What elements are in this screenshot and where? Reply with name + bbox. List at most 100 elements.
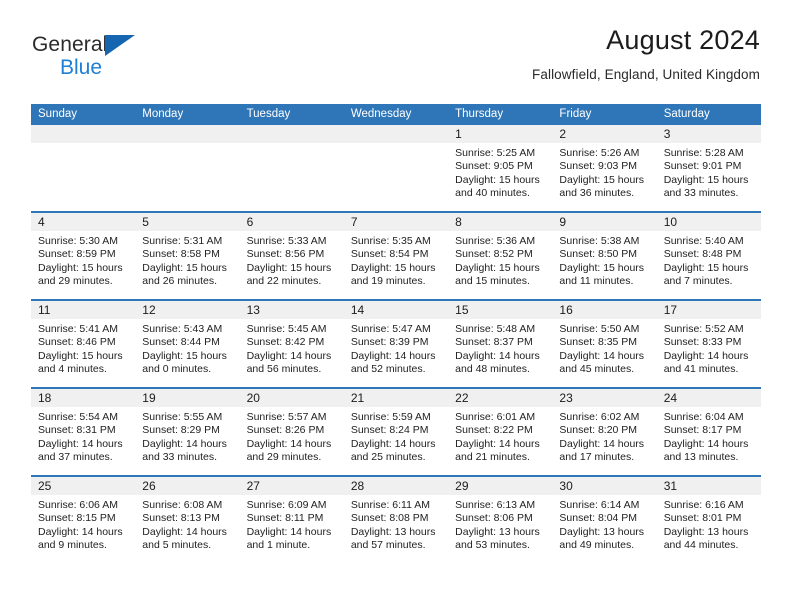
calendar-day-cell[interactable]: 8 Sunrise: 5:36 AM Sunset: 8:52 PM Daylight…: [448, 213, 553, 299]
calendar-day-cell[interactable]: 9 Sunrise: 5:38 AM Sunset: 8:50 PM Daylight…: [552, 213, 657, 299]
calendar-day-cell[interactable]: 3 Sunrise: 5:28 AM Sunset: 9:01 PM Daylight…: [656, 125, 761, 211]
page-header: General Blue August 2024 Fallowfield, En…: [0, 25, 792, 100]
daylight-text: Daylight: 14 hours and 25 minutes.: [350, 437, 436, 463]
day-number: 28: [343, 477, 449, 495]
calendar-day-cell[interactable]: 1 Sunrise: 5:25 AM Sunset: 9:05 PM Daylight…: [448, 125, 553, 211]
sunset-text: Sunset: 8:13 PM: [142, 512, 220, 525]
calendar-day-cell[interactable]: 23 Sunrise: 6:02 AM Sunset: 8:20 PM Dayligh…: [552, 389, 657, 475]
day-number: 17: [656, 301, 761, 319]
day-details: Sunrise: 5:35 AM Sunset: 8:54 PM Daylight:…: [344, 231, 448, 288]
sunset-text: Sunset: 8:29 PM: [142, 424, 220, 437]
sunrise-text: Sunrise: 6:09 AM: [246, 499, 327, 511]
calendar-day-cell[interactable]: 24 Sunrise: 6:04 AM Sunset: 8:17 PM Dayligh…: [656, 389, 761, 475]
sunset-text: Sunset: 8:44 PM: [142, 336, 220, 349]
sunset-text: Sunset: 8:59 PM: [38, 248, 116, 261]
sunrise-text: Sunrise: 6:04 AM: [663, 411, 744, 423]
calendar-day-cell[interactable]: 29 Sunrise: 6:13 AM Sunset: 8:06 PM Dayligh…: [448, 477, 553, 565]
sunset-text: Sunset: 8:08 PM: [350, 512, 429, 525]
general-blue-logo[interactable]: General Blue: [32, 26, 182, 78]
daylight-text: Daylight: 15 hours and 36 minutes.: [559, 173, 645, 199]
day-number: 27: [239, 477, 344, 495]
calendar-day-cell[interactable]: 2 Sunrise: 5:26 AM Sunset: 9:03 PM Daylight…: [552, 125, 657, 211]
day-number: 20: [239, 389, 344, 407]
day-number: 2: [552, 125, 657, 143]
sunrise-text: Sunrise: 5:35 AM: [350, 235, 431, 247]
calendar-day-cell[interactable]: 17 Sunrise: 5:52 AM Sunset: 8:33 PM Dayligh…: [656, 301, 761, 387]
sunset-text: Sunset: 8:22 PM: [455, 424, 533, 437]
day-number: 12: [135, 301, 240, 319]
logo-triangle-icon: [105, 35, 136, 56]
calendar-day-cell[interactable]: 6 Sunrise: 5:33 AM Sunset: 8:56 PM Daylight…: [239, 213, 344, 299]
calendar-day-cell[interactable]: 31 Sunrise: 6:16 AM Sunset: 8:01 PM Dayligh…: [656, 477, 761, 565]
calendar-day-cell[interactable]: 25 Sunrise: 6:06 AM Sunset: 8:15 PM Dayligh…: [31, 477, 136, 565]
calendar-day-cell[interactable]: 14 Sunrise: 5:47 AM Sunset: 8:39 PM Dayligh…: [343, 301, 449, 387]
day-number: 4: [31, 213, 136, 231]
day-details: Sunrise: 6:02 AM Sunset: 8:20 PM Daylight:…: [552, 407, 656, 464]
daylight-text: Daylight: 13 hours and 53 minutes.: [455, 525, 540, 551]
calendar-day-cell[interactable]: 15 Sunrise: 5:48 AM Sunset: 8:37 PM Dayligh…: [448, 301, 553, 387]
calendar-day-cell[interactable]: 22 Sunrise: 6:01 AM Sunset: 8:22 PM Dayligh…: [448, 389, 553, 475]
day-details: Sunrise: 5:33 AM Sunset: 8:56 PM Daylight:…: [240, 231, 344, 288]
day-number: 3: [656, 125, 761, 143]
day-details: Sunrise: 6:11 AM Sunset: 8:08 PM Daylight:…: [344, 495, 448, 552]
calendar-day-cell[interactable]: 11 Sunrise: 5:41 AM Sunset: 8:46 PM Dayligh…: [31, 301, 136, 387]
day-details: Sunrise: 6:08 AM Sunset: 8:13 PM Daylight:…: [135, 495, 239, 552]
sunset-text: Sunset: 8:31 PM: [38, 424, 116, 437]
calendar-day-cell-empty: [343, 125, 449, 211]
sunrise-text: Sunrise: 6:16 AM: [663, 499, 744, 511]
calendar-day-cell[interactable]: 27 Sunrise: 6:09 AM Sunset: 8:11 PM Dayligh…: [239, 477, 344, 565]
sunrise-text: Sunrise: 5:41 AM: [38, 323, 118, 335]
calendar-day-cell[interactable]: 20 Sunrise: 5:57 AM Sunset: 8:26 PM Dayligh…: [239, 389, 344, 475]
sunset-text: Sunset: 8:06 PM: [455, 512, 533, 525]
daylight-text: Daylight: 14 hours and 21 minutes.: [455, 437, 540, 463]
calendar-day-cell[interactable]: 5 Sunrise: 5:31 AM Sunset: 8:58 PM Daylight…: [135, 213, 240, 299]
sunset-text: Sunset: 8:24 PM: [350, 424, 429, 437]
day-details: Sunrise: 6:14 AM Sunset: 8:04 PM Daylight:…: [552, 495, 656, 552]
sunset-text: Sunset: 8:20 PM: [559, 424, 638, 437]
daylight-text: Daylight: 14 hours and 5 minutes.: [142, 525, 227, 551]
weekday-header-thursday: Thursday: [455, 108, 504, 120]
sunrise-text: Sunrise: 5:55 AM: [142, 411, 223, 423]
sunrise-text: Sunrise: 6:11 AM: [350, 499, 431, 511]
day-details: Sunrise: 5:41 AM Sunset: 8:46 PM Daylight:…: [31, 319, 135, 376]
sunrise-text: Sunrise: 5:48 AM: [455, 323, 536, 335]
daylight-text: Daylight: 14 hours and 33 minutes.: [142, 437, 227, 463]
sunset-text: Sunset: 8:04 PM: [559, 512, 638, 525]
calendar-day-cell[interactable]: 21 Sunrise: 5:59 AM Sunset: 8:24 PM Dayligh…: [343, 389, 449, 475]
day-number: 13: [239, 301, 344, 319]
calendar-week-row: 25 Sunrise: 6:06 AM Sunset: 8:15 PM Dayligh…: [31, 477, 761, 565]
day-details: Sunrise: 5:50 AM Sunset: 8:35 PM Daylight:…: [552, 319, 656, 376]
calendar-day-cell[interactable]: 16 Sunrise: 5:50 AM Sunset: 8:35 PM Dayligh…: [552, 301, 657, 387]
day-number: 6: [239, 213, 344, 231]
sunset-text: Sunset: 8:39 PM: [350, 336, 429, 349]
calendar-day-cell[interactable]: 28 Sunrise: 6:11 AM Sunset: 8:08 PM Dayligh…: [343, 477, 449, 565]
sunrise-text: Sunrise: 5:28 AM: [663, 147, 744, 159]
calendar-week-row: 1 Sunrise: 5:25 AM Sunset: 9:05 PM Daylight…: [31, 125, 761, 213]
weekday-header-wednesday: Wednesday: [350, 108, 412, 120]
sunrise-text: Sunrise: 5:25 AM: [455, 147, 536, 159]
sunset-text: Sunset: 8:56 PM: [246, 248, 325, 261]
calendar-day-cell[interactable]: 19 Sunrise: 5:55 AM Sunset: 8:29 PM Dayligh…: [135, 389, 240, 475]
sunrise-text: Sunrise: 5:26 AM: [559, 147, 640, 159]
sunrise-text: Sunrise: 5:40 AM: [663, 235, 744, 247]
sunrise-text: Sunrise: 5:30 AM: [38, 235, 118, 247]
day-number: 19: [135, 389, 240, 407]
calendar-day-cell[interactable]: 10 Sunrise: 5:40 AM Sunset: 8:48 PM Dayligh…: [656, 213, 761, 299]
daylight-text: Daylight: 15 hours and 19 minutes.: [350, 261, 436, 287]
calendar-day-cell[interactable]: 4 Sunrise: 5:30 AM Sunset: 8:59 PM Daylight…: [31, 213, 136, 299]
day-details: Sunrise: 5:54 AM Sunset: 8:31 PM Daylight:…: [31, 407, 135, 464]
daylight-text: Daylight: 14 hours and 17 minutes.: [559, 437, 645, 463]
calendar-day-cell[interactable]: 18 Sunrise: 5:54 AM Sunset: 8:31 PM Dayligh…: [31, 389, 136, 475]
calendar-day-cell[interactable]: 26 Sunrise: 6:08 AM Sunset: 8:13 PM Dayligh…: [135, 477, 240, 565]
sunrise-text: Sunrise: 6:02 AM: [559, 411, 640, 423]
sunrise-text: Sunrise: 5:52 AM: [663, 323, 744, 335]
day-details: Sunrise: 5:26 AM Sunset: 9:03 PM Daylight:…: [552, 143, 656, 200]
calendar-day-cell[interactable]: 12 Sunrise: 5:43 AM Sunset: 8:44 PM Dayligh…: [135, 301, 240, 387]
sunset-text: Sunset: 8:46 PM: [38, 336, 116, 349]
day-details: Sunrise: 5:36 AM Sunset: 8:52 PM Daylight:…: [448, 231, 552, 288]
day-number: 25: [31, 477, 136, 495]
calendar-day-cell[interactable]: 30 Sunrise: 6:14 AM Sunset: 8:04 PM Dayligh…: [552, 477, 657, 565]
calendar-day-cell[interactable]: 7 Sunrise: 5:35 AM Sunset: 8:54 PM Daylight…: [343, 213, 449, 299]
day-number: 21: [343, 389, 449, 407]
calendar-day-cell[interactable]: 13 Sunrise: 5:45 AM Sunset: 8:42 PM Dayligh…: [239, 301, 344, 387]
